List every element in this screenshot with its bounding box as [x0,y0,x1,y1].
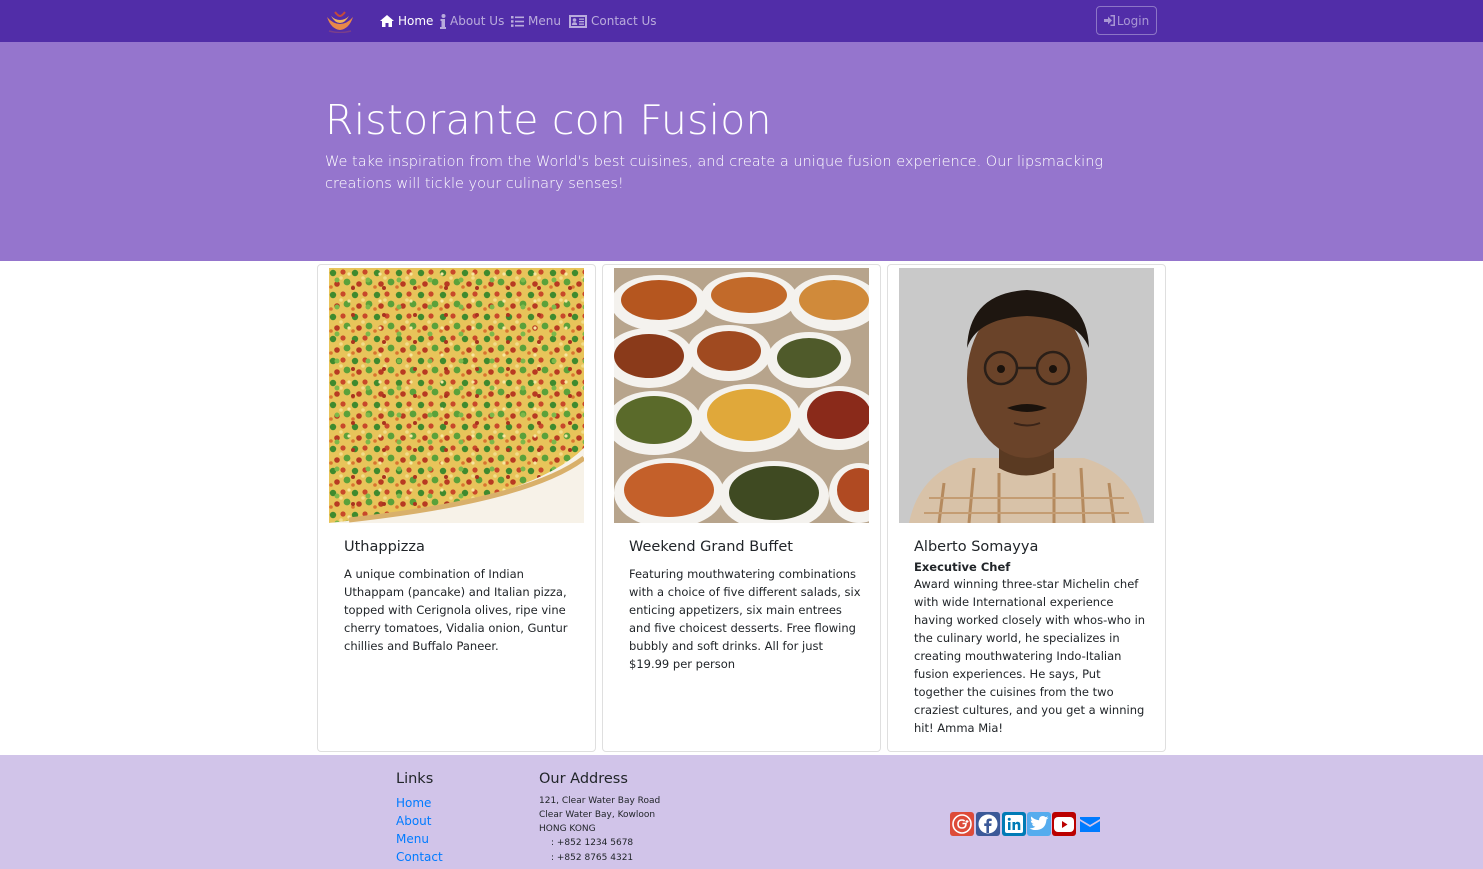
footer-link-home[interactable]: Home [396,796,431,810]
sign-in-icon [1103,15,1115,26]
card-text: Award winning three-star Michelin chef w… [914,577,1146,735]
card-title: Weekend Grand Buffet [629,539,793,555]
mail-button[interactable] [1078,812,1102,836]
card-title: Alberto Somayya [914,539,1039,555]
card-text: A unique combination of Indian Uthappam … [344,567,568,653]
page-title: Ristorante con Fusion [325,96,772,144]
list-icon [511,15,524,27]
footer-link-menu[interactable]: Menu [396,832,429,846]
nav-item-contact[interactable]: Contact Us [569,12,657,30]
jumbotron-text: We take inspiration from the World's bes… [325,154,1104,192]
facebook-button[interactable] [976,812,1000,836]
phone-number: : +852 1234 5678 [551,838,634,848]
address-line: 121, Clear Water Bay Road [539,796,661,806]
twitter-button[interactable] [1027,812,1051,836]
footer-link-contact[interactable]: Contact [396,850,443,864]
google-plus-button[interactable] [950,812,974,836]
footer-address-heading: Our Address [539,771,628,787]
card-subtitle: Executive Chef [914,560,1011,574]
address-card-icon [569,14,587,28]
youtube-button[interactable] [1052,812,1076,836]
nav-item-menu[interactable]: Menu [511,12,561,30]
mail-icon [1080,816,1100,832]
card-title: Uthappizza [344,539,425,555]
fax-number: : +852 8765 4321 [551,853,634,863]
card-leader: Alberto Somayya Executive Chef Award win… [887,264,1166,752]
nav-item-about[interactable]: About Us [440,12,504,30]
linkedin-icon [1005,815,1023,833]
uthappizza-image [329,268,584,523]
chef-photo [899,268,1154,523]
nav-item-home[interactable]: Home [380,12,433,30]
footer: Links Home About Menu Contact Our Addres… [0,755,1483,869]
home-icon [380,15,394,27]
info-icon [440,13,446,29]
restaurant-logo[interactable] [325,9,355,34]
facebook-icon [978,814,998,834]
address-line: Clear Water Bay, Kowloon [539,810,656,820]
card-text: Featuring mouthwatering combinations wit… [629,567,861,671]
login-label: Login [1116,13,1150,28]
card-promotion: Weekend Grand Buffet Featuring mouthwate… [602,264,881,752]
nav-label-home: Home [398,14,434,28]
footer-link-about[interactable]: About [396,814,431,828]
login-button[interactable]: Login [1096,6,1157,35]
card-dish: Uthappizza A unique combination of India… [317,264,596,752]
nav-label-contact: Contact Us [591,14,657,28]
buffet-image [614,268,869,523]
linkedin-button[interactable] [1002,812,1026,836]
nav-label-about: About Us [450,14,505,28]
address-line: HONG KONG [539,824,596,834]
footer-links-heading: Links [396,771,434,787]
navbar: Home About Us Menu Contact Us Login [0,0,1483,42]
nav-label-menu: Menu [528,14,561,28]
google-plus-icon [952,814,972,834]
youtube-icon [1054,816,1074,832]
twitter-icon [1029,816,1049,830]
